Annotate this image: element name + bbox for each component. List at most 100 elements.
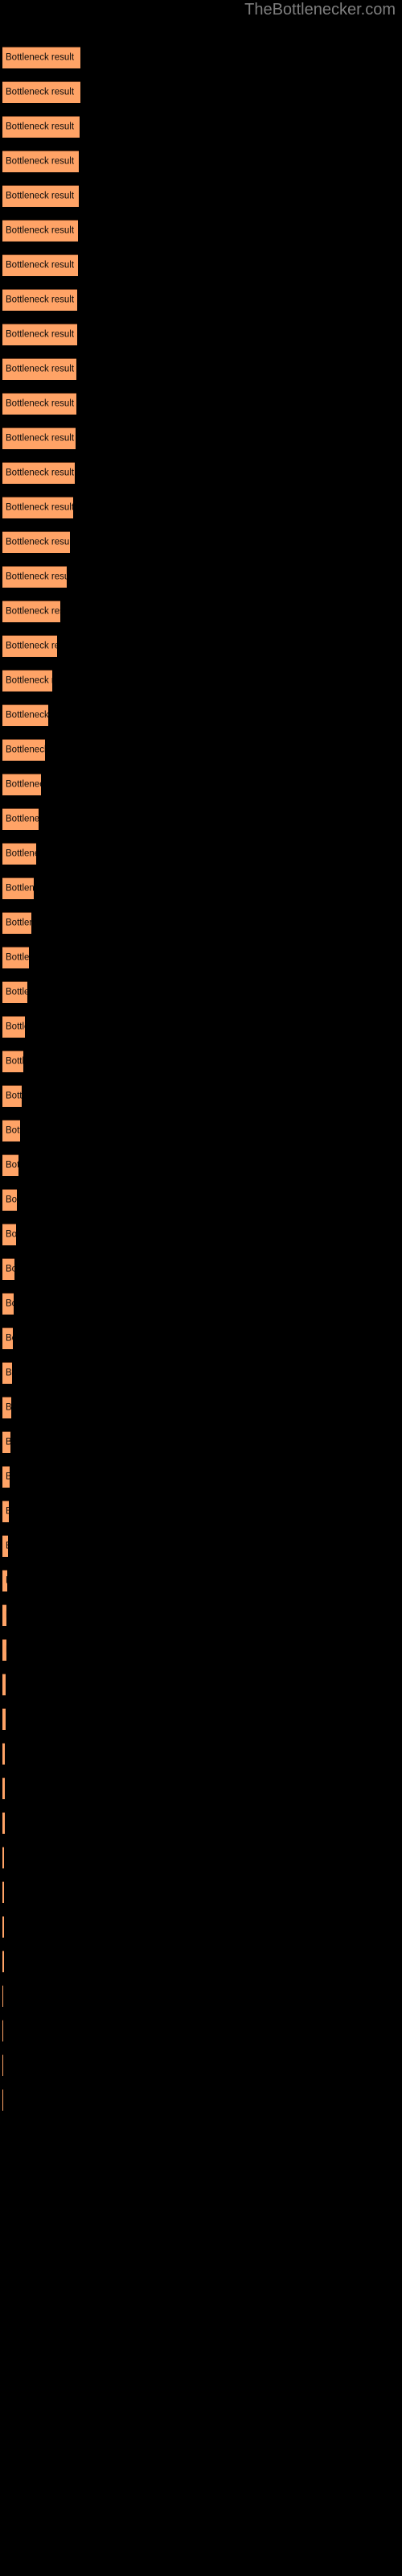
bar-label: Bottleneck result [6, 606, 60, 617]
bar[interactable]: Bottleneck result [2, 981, 27, 1003]
bar-label: Bottleneck result [6, 1576, 7, 1587]
bar[interactable]: Bottleneck result [2, 1743, 5, 1765]
bar[interactable]: Bottleneck result [2, 497, 73, 518]
bar[interactable]: Bottleneck result [2, 1535, 8, 1557]
bar-label: Bottleneck result [6, 1507, 9, 1517]
bar-label: Bottleneck result [6, 1542, 8, 1552]
bar[interactable]: Bottleneck result [2, 1085, 22, 1107]
bar[interactable]: Bottleneck result [2, 1985, 3, 2007]
bar[interactable]: Bottleneck result [2, 254, 78, 276]
bar[interactable]: Bottleneck result [2, 1397, 11, 1418]
bar-label: Bottleneck result [6, 364, 75, 374]
bar[interactable]: Bottleneck result [2, 1916, 4, 1938]
bar-label: Bottleneck result [6, 1438, 10, 1448]
bar[interactable]: Bottleneck result [2, 1431, 10, 1453]
bar-label: Bottleneck result [6, 225, 75, 236]
bar-label: Bottleneck result [6, 329, 75, 340]
bar-label: Bottleneck result [6, 398, 75, 409]
bar-label: Bottleneck result [6, 987, 27, 997]
bar[interactable]: Bottleneck result [2, 670, 52, 691]
bar-label: Bottleneck result [6, 572, 67, 582]
bar-label: Bottleneck result [6, 1091, 22, 1101]
bar[interactable]: Bottleneck result [2, 2089, 3, 2111]
bar[interactable]: Bottleneck result [2, 947, 29, 968]
bar[interactable]: Bottleneck result [2, 2020, 3, 2041]
bar-label: Bottleneck result [6, 295, 75, 305]
bar[interactable]: Bottleneck result [2, 81, 80, 103]
bar[interactable]: Bottleneck result [2, 393, 76, 415]
bar[interactable]: Bottleneck result [2, 1016, 25, 1038]
bar[interactable]: Bottleneck result [2, 1293, 14, 1315]
bar-label: Bottleneck result [6, 156, 75, 167]
bar[interactable]: Bottleneck result [2, 1327, 13, 1349]
bar[interactable]: Bottleneck result [2, 877, 34, 899]
bar[interactable]: Bottleneck result [2, 704, 48, 726]
bar-chart-page: TheBottlenecker.com Bottleneck result Bot… [0, 0, 402, 2576]
bar[interactable]: Bottleneck result [2, 1812, 5, 1834]
bar[interactable]: Bottleneck result [2, 1881, 4, 1903]
bar-label: Bottleneck result [6, 641, 57, 651]
bar-label: Bottleneck result [6, 1472, 10, 1483]
bar[interactable]: Bottleneck result [2, 1639, 6, 1661]
bar[interactable]: Bottleneck result [2, 566, 67, 588]
bar-label: Bottleneck result [6, 1264, 14, 1274]
bar[interactable]: Bottleneck result [2, 1362, 12, 1384]
bar[interactable]: Bottleneck result [2, 1154, 18, 1176]
bar-label: Bottleneck result [6, 122, 75, 132]
bar-label: Bottleneck result [6, 779, 41, 790]
bar[interactable]: Bottleneck result [2, 739, 45, 761]
bar-label: Bottleneck result [6, 1125, 20, 1136]
bar-label: Bottleneck result [6, 710, 48, 720]
bar[interactable]: Bottleneck result [2, 1120, 20, 1141]
bar-label: Bottleneck result [6, 468, 75, 478]
bar-label: Bottleneck result [6, 433, 75, 444]
bar[interactable]: Bottleneck result [2, 1224, 16, 1245]
bottleneck-bar-chart: Bottleneck result Bottleneck result Bottle… [0, 0, 402, 2174]
bar[interactable]: Bottleneck result [2, 289, 77, 311]
bar[interactable]: Bottleneck result [2, 1847, 4, 1868]
bar-label: Bottleneck result [6, 745, 45, 755]
bar[interactable]: Bottleneck result [2, 358, 76, 380]
bar-label: Bottleneck result [6, 1402, 11, 1413]
bar-label: Bottleneck result [6, 1368, 12, 1378]
bar[interactable]: Bottleneck result [2, 1189, 17, 1211]
bar[interactable]: Bottleneck result [2, 1951, 4, 1972]
bar-label: Bottleneck result [6, 1195, 17, 1205]
bar[interactable]: Bottleneck result [2, 843, 36, 865]
bar-label: Bottleneck result [6, 848, 36, 859]
bar-label: Bottleneck result [6, 952, 29, 963]
bar[interactable]: Bottleneck result [2, 531, 70, 553]
bar[interactable]: Bottleneck result [2, 1501, 9, 1522]
bar[interactable]: Bottleneck result [2, 1777, 5, 1799]
bar[interactable]: Bottleneck result [2, 1674, 6, 1695]
bar[interactable]: Bottleneck result [2, 462, 75, 484]
bar[interactable]: Bottleneck result [2, 427, 76, 449]
bar[interactable]: Bottleneck result [2, 1570, 7, 1591]
bar-label: Bottleneck result [6, 1056, 23, 1067]
bar[interactable]: Bottleneck result [2, 1604, 6, 1626]
bar[interactable]: Bottleneck result [2, 116, 80, 138]
bar[interactable]: Bottleneck result [2, 151, 79, 172]
bar-label: Bottleneck result [6, 52, 75, 63]
bar-label: Bottleneck result [6, 814, 39, 824]
bar-label: Bottleneck result [6, 260, 75, 270]
bar-label: Bottleneck result [6, 191, 75, 201]
bar-label: Bottleneck result [6, 537, 70, 547]
bar[interactable]: Bottleneck result [2, 47, 80, 68]
bar[interactable]: Bottleneck result [2, 808, 39, 830]
bar[interactable]: Bottleneck result [2, 635, 57, 657]
bar[interactable]: Bottleneck result [2, 1258, 14, 1280]
bar[interactable]: Bottleneck result [2, 912, 31, 934]
bar[interactable]: Bottleneck result [2, 324, 77, 345]
bar[interactable]: Bottleneck result [2, 1051, 23, 1072]
bar[interactable]: Bottleneck result [2, 185, 79, 207]
bar[interactable]: Bottleneck result [2, 774, 41, 795]
bar[interactable]: Bottleneck result [2, 220, 78, 242]
bar-label: Bottleneck result [6, 883, 34, 894]
bar[interactable]: Bottleneck result [2, 2054, 3, 2076]
bar-label: Bottleneck result [6, 918, 31, 928]
bar[interactable]: Bottleneck result [2, 1708, 6, 1730]
bar[interactable]: Bottleneck result [2, 601, 60, 622]
bar[interactable]: Bottleneck result [2, 1466, 10, 1488]
bar-label: Bottleneck result [6, 1160, 18, 1170]
